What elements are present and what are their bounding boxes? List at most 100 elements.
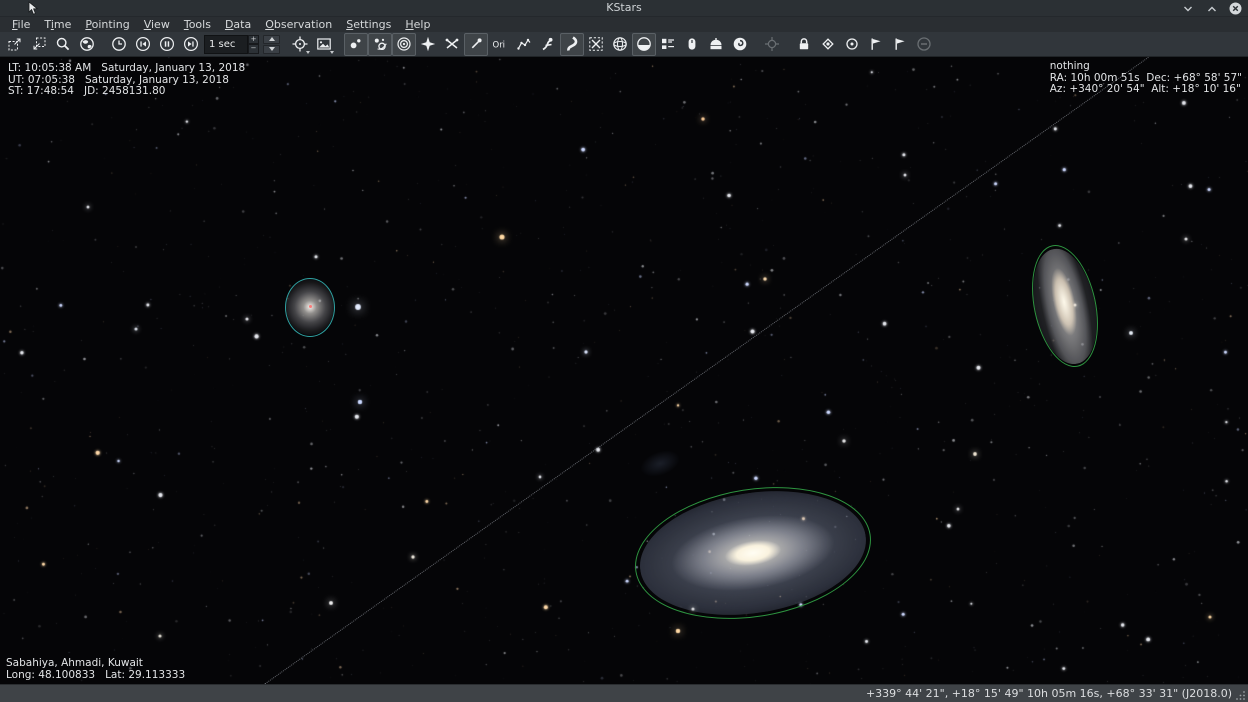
views-button[interactable] (312, 33, 336, 56)
menubar: FileTimePointingViewToolsDataObservation… (0, 17, 1248, 32)
toggle-stars-button[interactable] (344, 33, 368, 56)
step-forward-button[interactable] (179, 33, 203, 56)
globe-icon (79, 36, 95, 52)
toggle-bright-stars-button[interactable] (416, 33, 440, 56)
pointing-button[interactable] (288, 33, 312, 56)
starfield-canvas (0, 57, 1248, 684)
timestep-slower-button[interactable] (263, 45, 280, 54)
dome-icon (708, 36, 724, 52)
list-icon (660, 36, 676, 52)
svg-text:Ori: Ori (493, 41, 506, 51)
titlebar[interactable]: KStars (0, 0, 1248, 17)
circle-minus-icon (916, 36, 932, 52)
crossed-icon (444, 36, 460, 52)
window-controls (1181, 1, 1242, 16)
zoom-in-icon (7, 36, 23, 52)
toggle-milky-way-button[interactable] (560, 33, 584, 56)
lock-position-button[interactable] (792, 33, 816, 56)
clock-icon (111, 36, 127, 52)
menu-time[interactable]: Time (37, 17, 78, 32)
eye-swirl-icon (732, 36, 748, 52)
spin-plus-button[interactable]: + (248, 35, 259, 45)
timestep-faster-button[interactable] (263, 35, 280, 44)
boundaries-icon (588, 36, 604, 52)
constellation-lines-icon (516, 36, 532, 52)
minimize-icon[interactable] (1181, 2, 1194, 15)
menu-tools[interactable]: Tools (177, 17, 218, 32)
milky-way-icon (564, 36, 580, 52)
menu-pointing[interactable]: Pointing (78, 17, 136, 32)
equatorial-grid-icon (612, 36, 628, 52)
lock-icon (796, 36, 812, 52)
flag-1-button[interactable] (864, 33, 888, 56)
horizon-icon (636, 36, 652, 52)
toggle-solar-system-button[interactable] (368, 33, 392, 56)
ekos-button[interactable] (704, 33, 728, 56)
find-object-button[interactable] (51, 33, 75, 56)
color-scheme-button[interactable] (816, 33, 840, 56)
close-icon[interactable] (1229, 2, 1242, 15)
sky-view[interactable]: LT: 10:05:38 AM Saturday, January 13, 20… (0, 57, 1248, 684)
galaxy-round-fuzzy-marker[interactable] (285, 278, 335, 337)
center-target-icon (844, 36, 860, 52)
time-info-overlay: LT: 10:05:38 AM Saturday, January 13, 20… (8, 63, 245, 98)
center-object-button[interactable] (840, 33, 864, 56)
observation-list-button[interactable] (656, 33, 680, 56)
toggle-supernovae-button[interactable] (464, 33, 488, 56)
constellation-art-icon (540, 36, 556, 52)
window-title: KStars (0, 1, 1248, 14)
stop-clock-button[interactable] (155, 33, 179, 56)
timestep-spin-buttons: +− (248, 35, 259, 54)
timestep-steppers (263, 35, 280, 54)
media-pause-icon (159, 36, 175, 52)
planets-icon (372, 36, 388, 52)
statusbar: +339° 44' 21", +18° 15' 49" 10h 05m 16s,… (0, 684, 1248, 702)
download-data-button[interactable] (680, 33, 704, 56)
toggle-constellation-art-button[interactable] (536, 33, 560, 56)
timestep-spinbox[interactable]: 1 sec+− (204, 35, 259, 54)
media-step-back-icon (135, 36, 151, 52)
step-backward-button[interactable] (131, 33, 155, 56)
dropdown-caret-icon (306, 51, 310, 54)
info-line: LT: 10:05:38 AM Saturday, January 13, 20… (8, 63, 245, 75)
menu-observation[interactable]: Observation (258, 17, 339, 32)
toggle-equatorial-grid-button[interactable] (608, 33, 632, 56)
statusbar-coordinates: +339° 44' 21", +18° 15' 49" 10h 05m 16s,… (866, 687, 1248, 700)
zoom-out-icon (31, 36, 47, 52)
toggle-constellation-boundaries-button[interactable] (584, 33, 608, 56)
flag-icon (892, 36, 908, 52)
remove-button (912, 33, 936, 56)
info-line: Az: +340° 20' 54" Alt: +18° 10' 16" (1050, 84, 1242, 96)
magnifier-icon (55, 36, 71, 52)
menu-file[interactable]: File (5, 17, 37, 32)
kstars-window: KStars FileTimePointingViewToolsDataObse… (0, 0, 1248, 702)
info-line: Sabahiya, Ahmadi, Kuwait (6, 658, 185, 670)
toggle-asteroids-button[interactable] (440, 33, 464, 56)
timestep-value[interactable]: 1 sec (204, 35, 248, 54)
menu-view[interactable]: View (137, 17, 177, 32)
resize-grip[interactable] (1236, 690, 1246, 700)
menu-data[interactable]: Data (218, 17, 258, 32)
focus-info-overlay: nothingRA: 10h 00m 51s Dec: +68° 58' 57"… (1050, 61, 1242, 96)
zoom-out-button[interactable] (27, 33, 51, 56)
toggle-horizon-button[interactable] (632, 33, 656, 56)
star4-icon (420, 36, 436, 52)
flag-2-button[interactable] (888, 33, 912, 56)
supernova-icon (468, 36, 484, 52)
whats-interesting-button[interactable] (728, 33, 752, 56)
dropdown-caret-icon (330, 51, 334, 54)
location-info-overlay: Sabahiya, Ahmadi, KuwaitLong: 48.100833 … (6, 658, 185, 681)
zoom-in-button[interactable] (3, 33, 27, 56)
toggle-deep-sky-objects-button[interactable] (392, 33, 416, 56)
media-step-forward-icon (183, 36, 199, 52)
toggle-constellation-names-button[interactable]: Ori (488, 33, 512, 56)
set-geographic-location-button[interactable] (75, 33, 99, 56)
menu-help[interactable]: Help (398, 17, 437, 32)
toggle-constellation-lines-button[interactable] (512, 33, 536, 56)
maximize-icon[interactable] (1205, 2, 1218, 15)
spin-minus-button[interactable]: − (248, 44, 259, 54)
crosshair-dim-icon (764, 36, 780, 52)
set-time-button[interactable] (107, 33, 131, 56)
menu-settings[interactable]: Settings (339, 17, 398, 32)
info-line: nothing (1050, 61, 1242, 73)
